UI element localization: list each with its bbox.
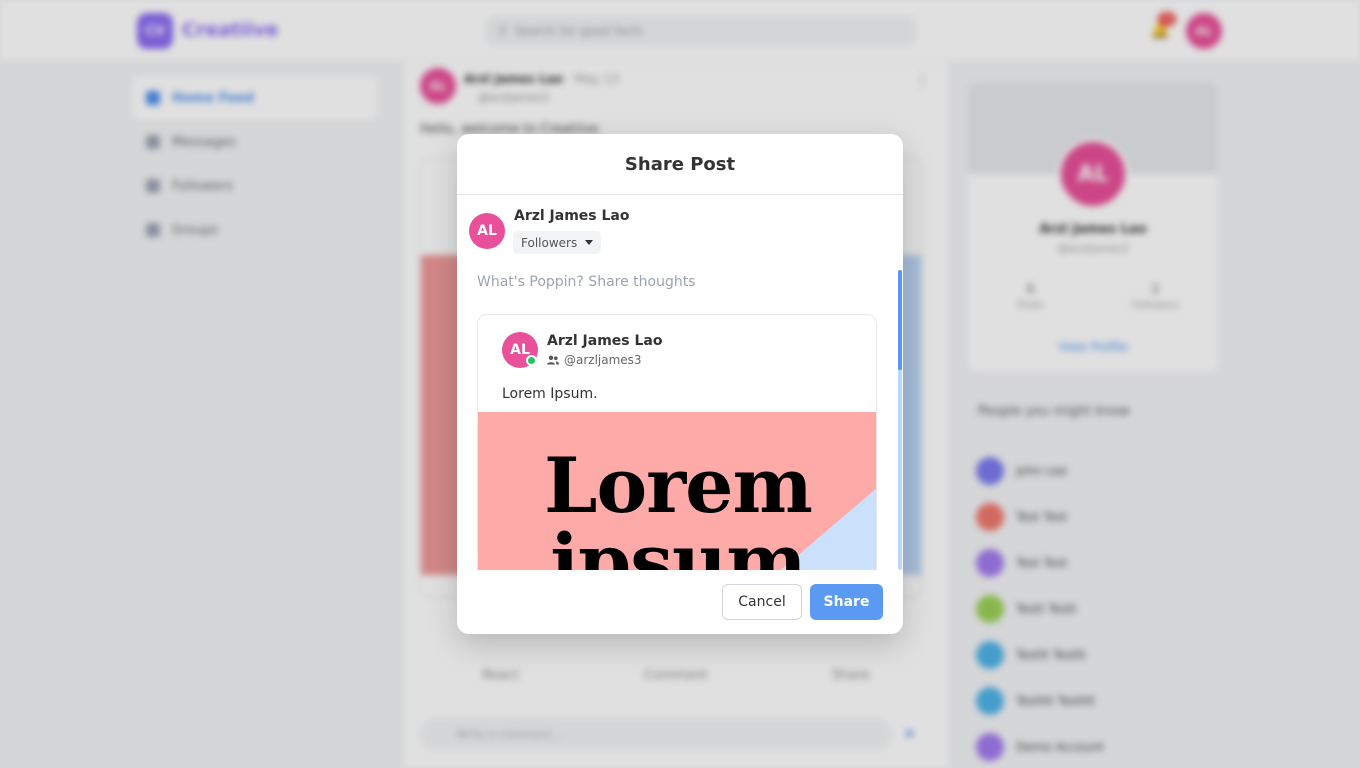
- author-avatar: AL: [469, 213, 505, 249]
- image-text-line2: ipsum: [550, 517, 806, 571]
- shared-post-scroll-area[interactable]: AL Arzl James Lao @arzljames3 Lorem Ipsu…: [477, 314, 877, 570]
- shared-post-image: Lorem ipsum: [478, 412, 876, 571]
- caret-down-icon: [585, 240, 594, 245]
- shared-post-author-name: Arzl James Lao: [547, 333, 663, 349]
- shared-post-card: AL Arzl James Lao @arzljames3 Lorem Ipsu…: [477, 314, 877, 570]
- online-status-dot: [526, 355, 537, 366]
- share-post-modal: Share Post AL Arzl James Lao Followers A…: [457, 134, 903, 634]
- image-text: Lorem ipsum: [478, 441, 876, 571]
- image-text-line1: Lorem: [544, 441, 813, 530]
- audience-dropdown[interactable]: Followers: [513, 231, 602, 254]
- thoughts-input[interactable]: [477, 270, 857, 294]
- cancel-button[interactable]: Cancel: [722, 584, 802, 620]
- shared-post-text: Lorem Ipsum.: [502, 386, 598, 402]
- modal-footer: Cancel Share: [457, 570, 903, 634]
- share-button[interactable]: Share: [810, 584, 883, 620]
- modal-title: Share Post: [457, 134, 903, 195]
- author-name: Arzl James Lao: [514, 208, 630, 224]
- followers-icon: [547, 355, 559, 365]
- scrollbar-thumb[interactable]: [898, 270, 902, 370]
- shared-post-handle: @arzljames3: [564, 353, 642, 367]
- audience-label: Followers: [521, 235, 578, 250]
- shared-post-handle-row: @arzljames3: [547, 353, 642, 367]
